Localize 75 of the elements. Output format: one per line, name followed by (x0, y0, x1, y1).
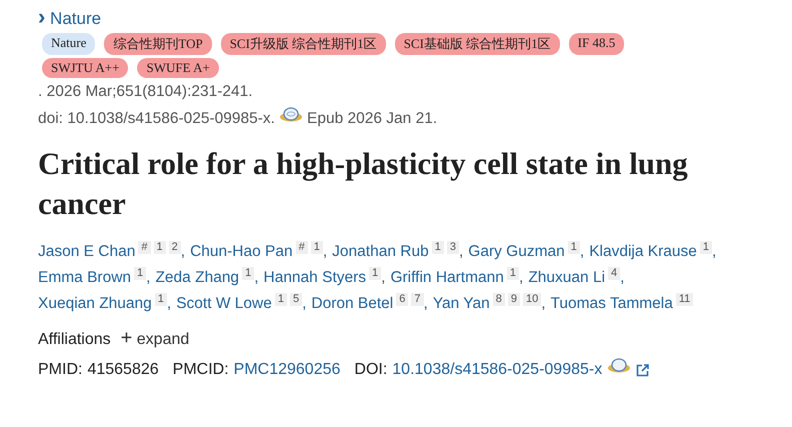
pmcid-link[interactable]: PMC12960256 (234, 361, 340, 379)
pmid-value: 41565826 (87, 361, 159, 379)
affiliation-mark[interactable]: 5 (290, 293, 302, 306)
author-link[interactable]: Chun-Hao Pan (190, 243, 293, 260)
comma-separator: , (620, 269, 624, 286)
epub-text: Epub 2026 Jan 21. (307, 110, 438, 128)
affiliation-mark[interactable]: 1 (506, 267, 520, 280)
author-link[interactable]: Tuomas Tammela (550, 295, 673, 312)
affiliation-mark[interactable]: 6 (396, 293, 408, 306)
doi-link[interactable]: 10.1038/s41586-025-09985-x (392, 361, 602, 379)
affiliation-mark[interactable]: 4 (608, 267, 620, 280)
author-link[interactable]: Zeda Zhang (155, 269, 240, 286)
comma-separator: , (712, 243, 716, 260)
comma-separator: , (166, 295, 172, 312)
comma-separator: , (424, 295, 428, 312)
affiliation-mark[interactable]: 10 (522, 293, 542, 306)
expand-button[interactable]: + expand (120, 331, 190, 349)
affiliation-mark[interactable]: 1 (369, 267, 382, 280)
journal-tag: SWJTU A++ (42, 58, 128, 78)
affiliation-mark[interactable]: 1 (568, 241, 580, 254)
journal-tag: 综合性期刊TOP (104, 33, 212, 55)
pmid-label: PMID: (38, 361, 82, 379)
author-link[interactable]: Scott W Lowe (176, 295, 272, 312)
comma-separator: , (180, 243, 186, 260)
affiliations-label: Affiliations (38, 331, 111, 349)
globe-icon (607, 358, 632, 374)
doi-label: DOI: (354, 361, 388, 379)
affiliation-mark[interactable]: 1 (432, 241, 444, 254)
journal-tag: SCI基础版 综合性期刊1区 (394, 33, 560, 55)
author-link[interactable]: Klavdija Krause (589, 243, 697, 260)
author-link[interactable]: Jason E Chan (38, 243, 136, 260)
affiliation-mark[interactable]: 1 (154, 293, 167, 306)
affiliation-mark[interactable]: 1 (310, 241, 323, 254)
author-link[interactable]: Jonathan Rub (332, 243, 429, 260)
globe-icon (279, 107, 303, 123)
journal-tag: SWUFE A+ (137, 58, 219, 78)
comma-separator: , (381, 269, 386, 286)
external-link-icon[interactable] (636, 364, 650, 376)
journal-tag: SCI升级版 综合性期刊1区 (220, 33, 386, 55)
comma-separator: , (146, 269, 150, 286)
journal-link[interactable]: › Nature (38, 9, 102, 29)
comma-separator: , (322, 243, 328, 260)
article-title: Critical role for a high-plasticity cell state in lung cancer (38, 145, 689, 223)
affiliation-mark[interactable]: 11 (676, 293, 694, 306)
affiliation-mark[interactable]: 9 (508, 293, 520, 306)
citation-text: . 2026 Mar;651(8104):231-241. (38, 83, 254, 101)
comma-separator: , (254, 269, 258, 286)
affiliation-mark[interactable]: 1 (134, 267, 146, 280)
affiliation-mark[interactable]: 1 (154, 241, 166, 254)
author-link[interactable]: Doron Betel (311, 295, 394, 312)
author-link[interactable]: Gary Guzman (468, 243, 565, 260)
author-link[interactable]: Emma Brown (38, 269, 132, 286)
affiliation-mark[interactable]: 3 (446, 241, 459, 254)
affiliation-mark[interactable]: # (138, 241, 150, 254)
affiliation-mark[interactable]: 1 (700, 241, 712, 254)
author-link[interactable]: Griffin Hartmann (390, 269, 504, 286)
comma-separator: , (302, 295, 306, 312)
comma-separator: , (580, 243, 584, 260)
affiliation-mark[interactable]: 2 (168, 241, 181, 254)
affiliation-mark[interactable]: # (296, 241, 308, 254)
affiliation-mark[interactable]: 8 (492, 293, 505, 306)
doi-text: doi: 10.1038/s41586-025-09985-x. (38, 110, 275, 128)
comma-separator: , (541, 295, 546, 312)
journal-tag: Nature (42, 33, 96, 55)
journal-tag: IF 48.5 (568, 33, 624, 55)
author-link[interactable]: Yan Yan (432, 295, 490, 312)
comma-separator: , (458, 243, 464, 260)
affiliation-mark[interactable]: 1 (242, 267, 254, 280)
comma-separator: , (519, 269, 524, 286)
author-link[interactable]: Zhuxuan Li (528, 269, 606, 286)
author-link[interactable]: Hannah Styers (264, 269, 366, 286)
pmcid-label: PMCID: (172, 361, 229, 379)
affiliation-mark[interactable]: 7 (411, 293, 424, 306)
author-link[interactable]: Xueqian Zhuang (38, 295, 152, 312)
affiliation-mark[interactable]: 1 (274, 293, 287, 306)
